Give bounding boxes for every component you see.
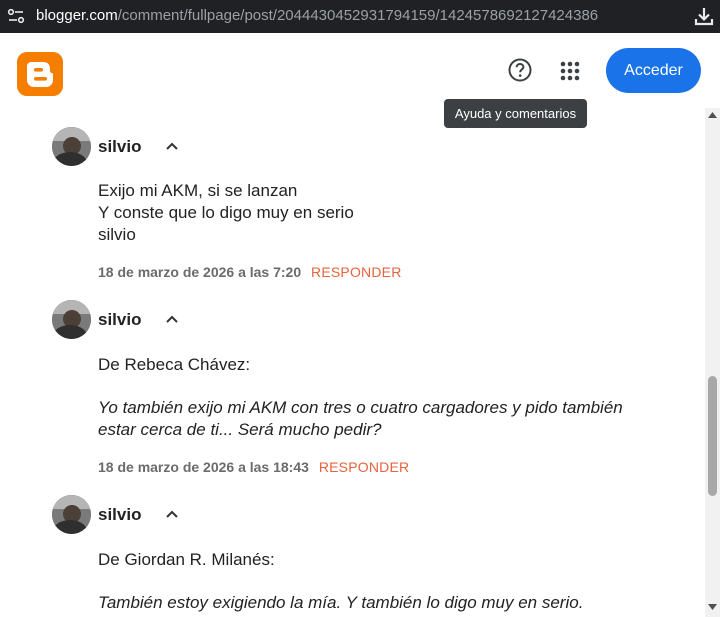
blogger-b-icon: [27, 62, 53, 87]
comment-meta: 18 de marzo de 2026 a las 7:20 RESPONDER: [98, 264, 402, 280]
blogger-logo[interactable]: [17, 52, 63, 96]
url-domain: blogger.com: [36, 7, 118, 24]
help-tooltip: Ayuda y comentarios: [444, 99, 587, 128]
avatar[interactable]: [52, 300, 91, 339]
comment-date[interactable]: 18 de marzo de 2026 a las 7:20: [98, 264, 301, 280]
avatar[interactable]: [52, 495, 91, 534]
comment-body-line: De Rebeca Chávez:: [98, 355, 251, 374]
comment-body-line: Exijo mi AKM, si se lanzan: [98, 181, 298, 200]
signin-button[interactable]: Acceder: [606, 48, 701, 93]
comment-quote-line: Yo también exijo mi AKM con tres o cuatr…: [98, 398, 623, 417]
avatar[interactable]: [52, 127, 91, 166]
chevron-up-icon[interactable]: [164, 138, 180, 154]
scrollbar-thumb[interactable]: [708, 376, 717, 496]
comment-body-line: De Giordan R. Milanés:: [98, 550, 275, 569]
comment-author[interactable]: silvio: [98, 310, 141, 330]
comment-quote-line: También estoy exigiendo la mía. Y tambié…: [98, 593, 584, 612]
scrollbar[interactable]: [705, 108, 720, 617]
apps-grid-icon[interactable]: [556, 57, 584, 85]
comment-body-line: Y conste que lo digo muy en serio: [98, 203, 354, 222]
site-settings-icon[interactable]: [7, 8, 25, 24]
avatar-photo: [52, 300, 91, 339]
reply-link[interactable]: RESPONDER: [319, 459, 409, 475]
avatar-photo: [52, 127, 91, 166]
comment-meta: 18 de marzo de 2026 a las 18:43 RESPONDE…: [98, 459, 409, 475]
chevron-up-icon[interactable]: [164, 506, 180, 522]
chevron-up-icon[interactable]: [164, 311, 180, 327]
url-path: /comment/fullpage/post/20444304529317941…: [117, 7, 599, 24]
download-icon[interactable]: [693, 5, 715, 27]
reply-link[interactable]: RESPONDER: [311, 264, 401, 280]
url-field[interactable]: blogger.com/comment/fullpage/post/204443…: [36, 7, 598, 24]
comment-quote-line: estar cerca de ti... Será mucho pedir?: [98, 420, 382, 439]
comment-body-line: silvio: [98, 225, 136, 244]
browser-address-bar: blogger.com/comment/fullpage/post/204443…: [0, 0, 720, 33]
help-icon[interactable]: [506, 56, 534, 84]
comment-author[interactable]: silvio: [98, 505, 141, 525]
comment-date[interactable]: 18 de marzo de 2026 a las 18:43: [98, 459, 309, 475]
scroll-down-icon[interactable]: [708, 604, 717, 610]
scroll-up-icon[interactable]: [708, 112, 717, 118]
avatar-photo: [52, 495, 91, 534]
comment-author[interactable]: silvio: [98, 137, 141, 157]
